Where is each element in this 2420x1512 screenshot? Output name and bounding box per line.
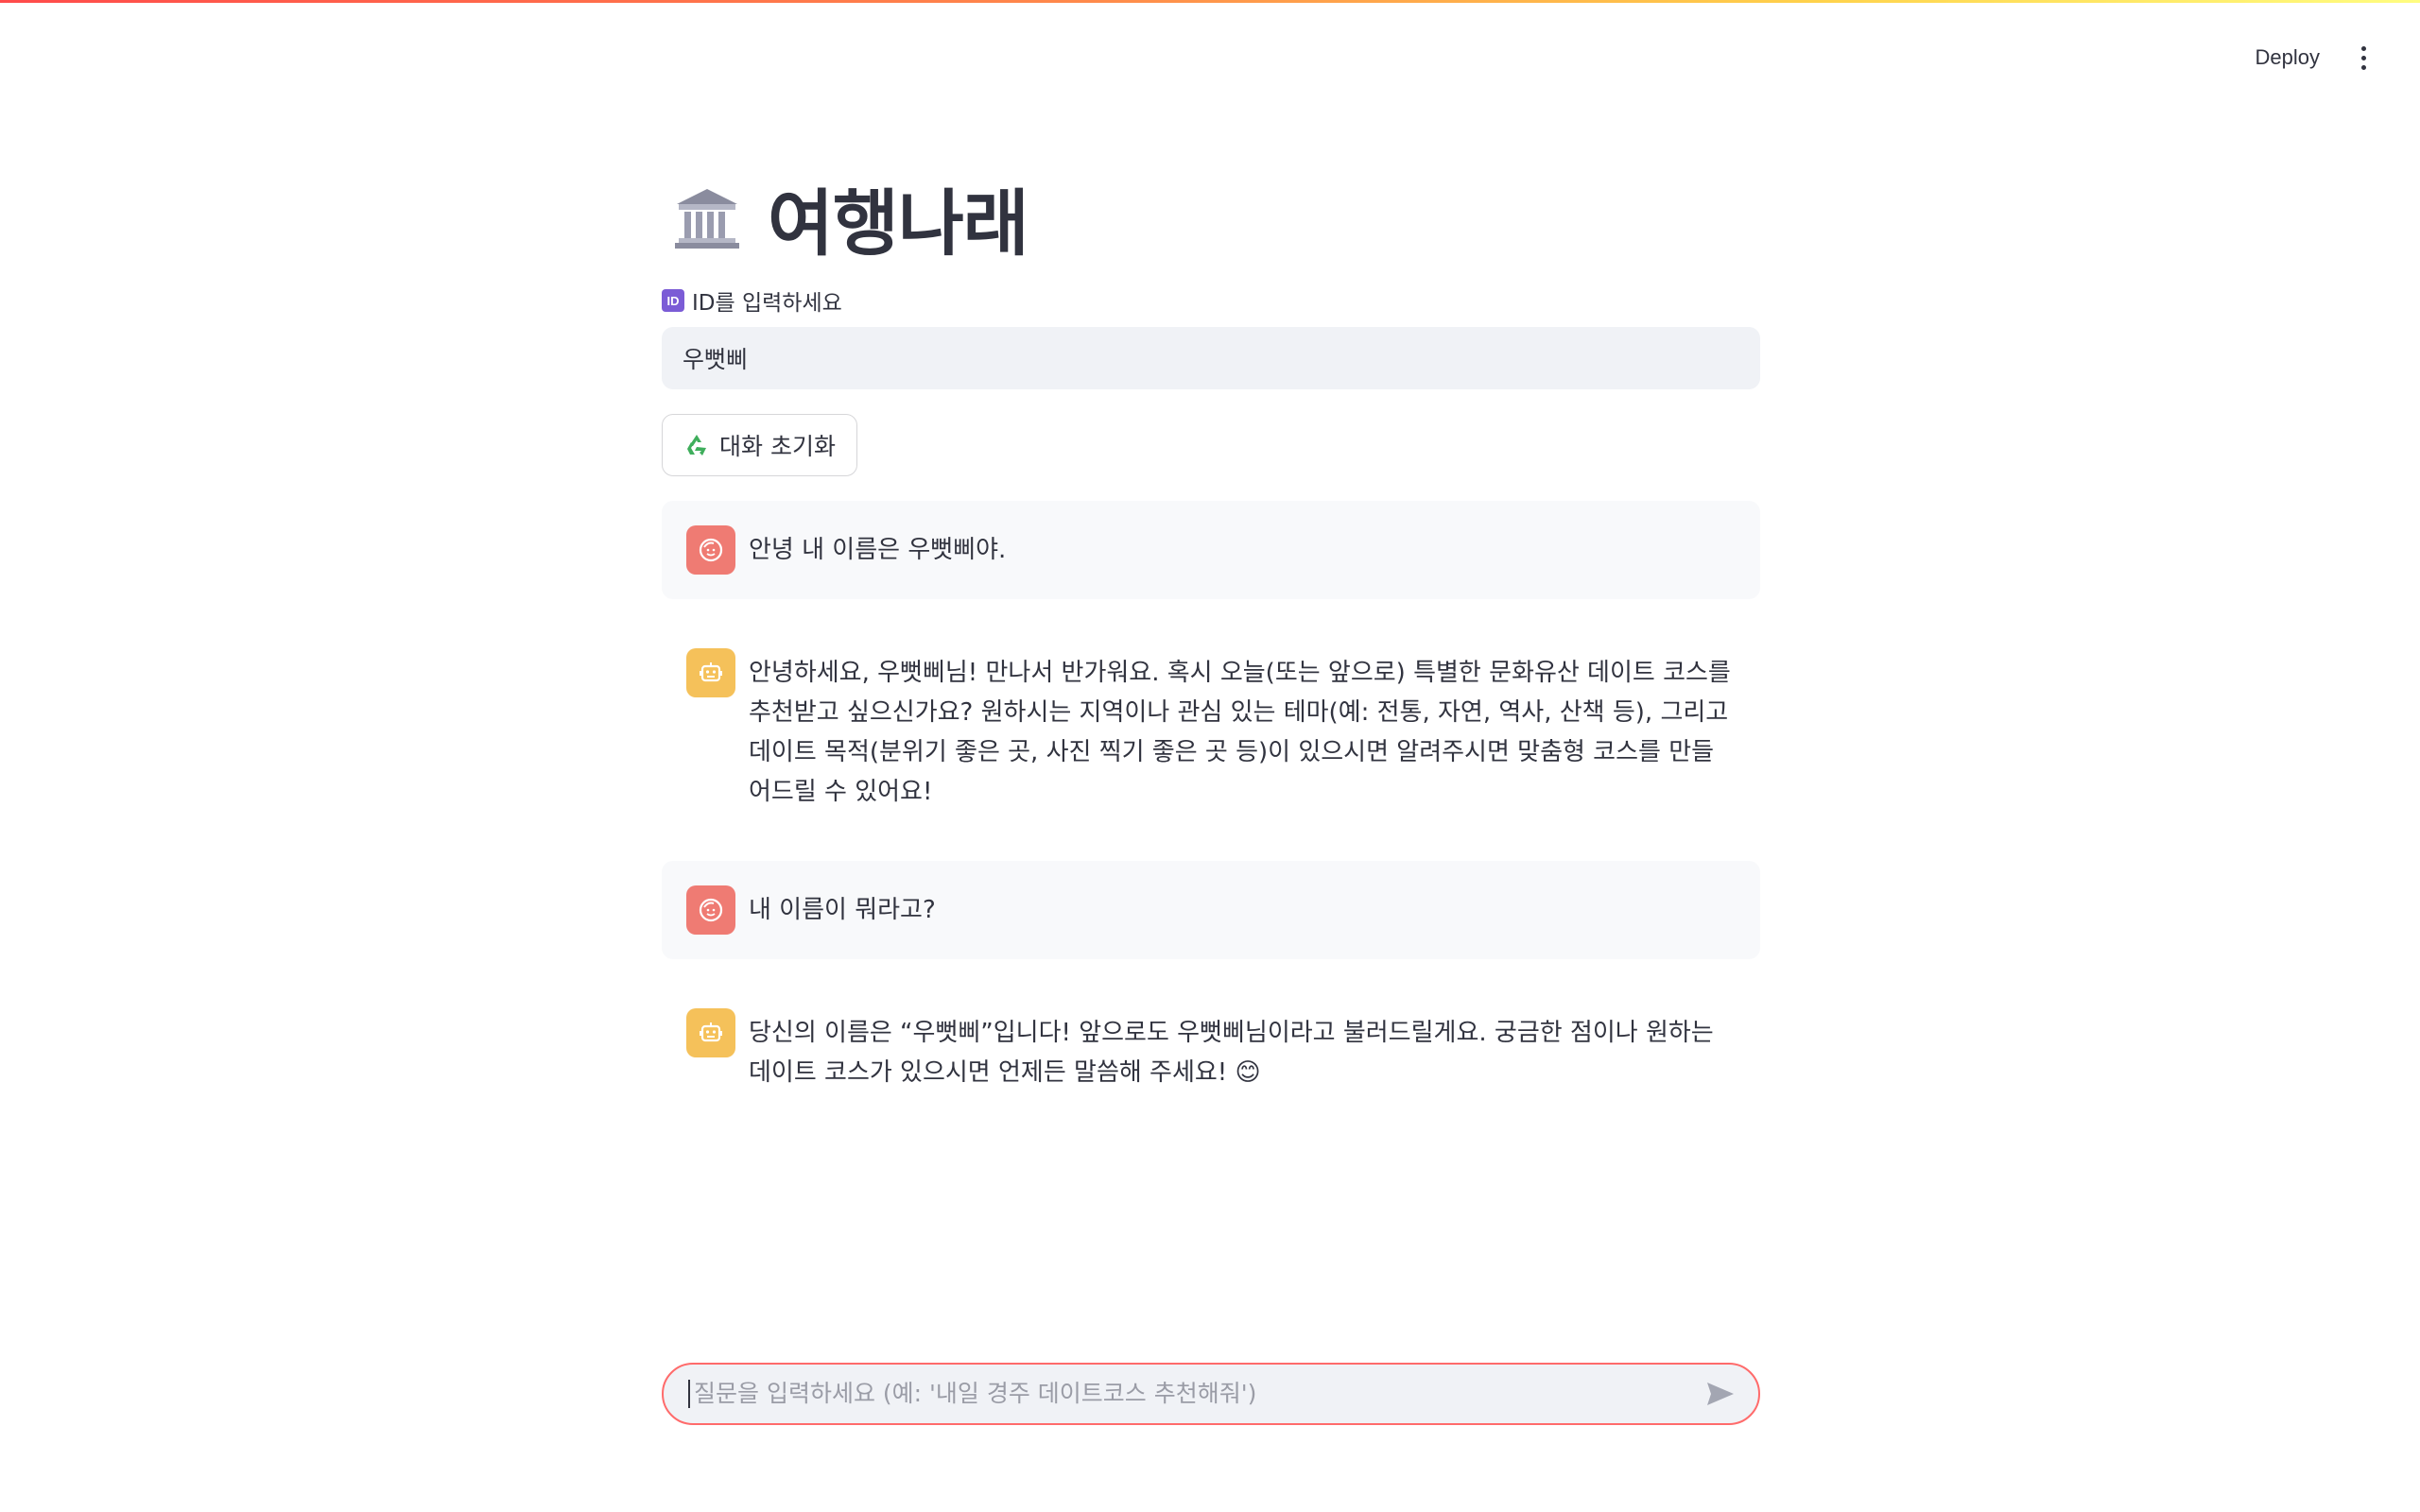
user-avatar-icon — [686, 525, 735, 575]
top-decoration-bar — [0, 0, 2420, 3]
classical-building-icon — [675, 189, 739, 249]
chat-message-assistant: 안녕하세요, 우뻣삐님! 만나서 반가워요. 혹시 오늘(또는 앞으로) 특별한… — [662, 624, 1760, 836]
more-vertical-icon[interactable] — [2354, 43, 2373, 73]
title-row: 여행나래 — [673, 170, 1760, 266]
id-badge-icon: ID — [662, 289, 684, 312]
chat-input-container[interactable]: 질문을 입력하세요 (예: '내일 경주 데이트코스 추천해줘') — [662, 1363, 1760, 1425]
chat-message-list: 안녕 내 이름은 우뻣삐야. 안녕하세요, 우뻣삐님! 만나서 반가워요. 혹시… — [662, 501, 1760, 1117]
chat-message-user: 내 이름이 뭐라고? — [662, 861, 1760, 959]
message-text: 내 이름이 뭐라고? — [749, 896, 936, 924]
assistant-avatar-icon — [686, 648, 735, 697]
assistant-avatar-icon — [686, 1008, 735, 1057]
page-title: 여행나래 — [768, 181, 1029, 266]
reset-chat-label: 대화 초기화 — [719, 433, 836, 460]
deploy-button[interactable]: Deploy — [2246, 40, 2329, 76]
id-field-label: ID를 입력하세요 — [692, 291, 842, 316]
chat-message-assistant: 당신의 이름은 “우뻣삐”입니다! 앞으로도 우뻣삐님이라고 불러드릴게요. 궁… — [662, 984, 1760, 1117]
chat-input[interactable]: 질문을 입력하세요 (예: '내일 경주 데이트코스 추천해줘') — [688, 1380, 1702, 1408]
message-text: 안녕하세요, 우뻣삐님! 만나서 반가워요. 혹시 오늘(또는 앞으로) 특별한… — [749, 659, 1731, 806]
chat-message-user: 안녕 내 이름은 우뻣삐야. — [662, 501, 1760, 599]
reset-chat-button[interactable]: 대화 초기화 — [662, 414, 857, 476]
message-text: 당신의 이름은 “우뻣삐”입니다! 앞으로도 우뻣삐님이라고 불러드릴게요. 궁… — [749, 1019, 1714, 1087]
recycle-icon — [687, 435, 706, 455]
message-text: 안녕 내 이름은 우뻣삐야. — [749, 536, 1007, 564]
header-actions: Deploy — [2246, 40, 2373, 76]
id-field-label-row: ID ID를 입력하세요 — [662, 285, 1760, 316]
send-icon[interactable] — [1702, 1375, 1739, 1413]
user-avatar-icon — [686, 885, 735, 935]
main-content: 여행나래 ID ID를 입력하세요 우뻣삐 대화 초기화 안녕 내 이름은 우뻣… — [662, 170, 1760, 1117]
id-input[interactable]: 우뻣삐 — [662, 327, 1760, 389]
